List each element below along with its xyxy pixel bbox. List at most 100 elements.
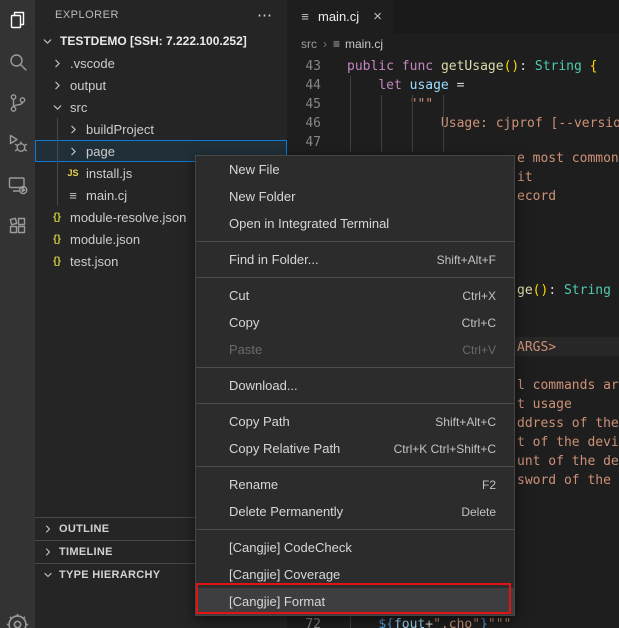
- menu-item-shortcut: F2: [482, 478, 496, 492]
- menu-separator: [196, 529, 514, 530]
- menu-item-rename[interactable]: Rename F2: [196, 471, 514, 498]
- menu-item-shortcut: Delete: [461, 505, 496, 519]
- tree-item-vscode[interactable]: .vscode: [35, 52, 287, 74]
- menu-item-cangjie-format[interactable]: [Cangjie] Format: [196, 588, 514, 615]
- chevron-right-icon: [40, 523, 56, 535]
- menu-item-label: New File: [229, 162, 280, 177]
- cj-file-icon: ≡: [65, 188, 81, 203]
- code-fragment: ddress of the: [517, 414, 619, 433]
- menu-item-label: Cut: [229, 288, 249, 303]
- run-debug-icon[interactable]: [0, 123, 35, 164]
- menu-item-new-folder[interactable]: New Folder: [196, 183, 514, 210]
- tab-main-cj[interactable]: ≡ main.cj ×: [287, 0, 393, 33]
- menu-separator: [196, 277, 514, 278]
- code-line: Usage: cjprof [--version: [347, 114, 619, 133]
- menu-item-shortcut: Ctrl+K Ctrl+Shift+C: [394, 442, 496, 456]
- menu-item-delete-permanently[interactable]: Delete Permanently Delete: [196, 498, 514, 525]
- menu-item-copy-path[interactable]: Copy PathShift+Alt+C: [196, 408, 514, 435]
- json-file-icon: {}: [49, 256, 65, 267]
- menu-item-label: New Folder: [229, 189, 295, 204]
- menu-item-label: Delete Permanently: [229, 504, 343, 519]
- menu-item-label: [Cangjie] CodeCheck: [229, 540, 352, 555]
- indent-guide: [350, 76, 351, 152]
- context-menu: New File New Folder Open in Integrated Ter…: [195, 155, 515, 616]
- cj-file-icon: ≡: [298, 9, 312, 24]
- activity-bar: [0, 0, 35, 628]
- menu-item-label: [Cangjie] Coverage: [229, 567, 340, 582]
- code-fragment: e most common: [517, 149, 619, 168]
- menu-item-download[interactable]: Download...: [196, 372, 514, 399]
- code-fragment: l commands are: [517, 376, 619, 395]
- menu-item-label: Download...: [229, 378, 298, 393]
- code-fragment: sword of the d: [517, 471, 619, 490]
- section-label: TIMELINE: [59, 546, 113, 558]
- menu-item-label: Find in Folder...: [229, 252, 319, 267]
- tree-item-src[interactable]: src: [35, 96, 287, 118]
- menu-item-label: Paste: [229, 342, 262, 357]
- indent-guide: [381, 95, 382, 152]
- line-number: 47: [287, 133, 321, 152]
- line-number: 45: [287, 95, 321, 114]
- menu-separator: [196, 403, 514, 404]
- menu-item-label: Copy: [229, 315, 259, 330]
- chevron-right-icon: [65, 145, 81, 158]
- code-fragment: ge(): String: [517, 281, 611, 300]
- menu-item-find-in-folder[interactable]: Find in Folder...Shift+Alt+F: [196, 246, 514, 273]
- close-tab-icon[interactable]: ×: [373, 9, 382, 24]
- tree-item-testdemo-ssh-7-222-100-252[interactable]: TESTDEMO [SSH: 7.222.100.252]: [35, 30, 287, 52]
- tree-item-label: module.json: [70, 232, 140, 247]
- menu-item-label: Copy Relative Path: [229, 441, 340, 456]
- chevron-down-icon: [49, 101, 65, 114]
- tree-item-label: install.js: [86, 166, 132, 181]
- tab-bar: ≡ main.cj ×: [287, 0, 619, 33]
- chevron-down-icon: [39, 35, 55, 48]
- json-file-icon: {}: [49, 234, 65, 245]
- tree-item-label: test.json: [70, 254, 118, 269]
- line-number: 46: [287, 114, 321, 133]
- explorer-icon[interactable]: [0, 0, 35, 41]
- tree-item-buildproject[interactable]: buildProject: [35, 118, 287, 140]
- breadcrumb-file[interactable]: main.cj: [345, 37, 383, 51]
- code-fragment: t usage: [517, 395, 572, 414]
- settings-gear-icon[interactable]: [4, 611, 32, 628]
- menu-item-shortcut: Shift+Alt+C: [435, 415, 496, 429]
- breadcrumb-folder[interactable]: src: [301, 37, 317, 51]
- indent-guide: [57, 118, 58, 206]
- menu-item-new-file[interactable]: New File: [196, 156, 514, 183]
- source-control-icon[interactable]: [0, 82, 35, 123]
- tree-item-label: main.cj: [86, 188, 127, 203]
- menu-item-copy-relative-path[interactable]: Copy Relative Path Ctrl+K Ctrl+Shift+C: [196, 435, 514, 462]
- search-icon[interactable]: [0, 41, 35, 82]
- menu-item-cangjie-codecheck[interactable]: [Cangjie] CodeCheck: [196, 534, 514, 561]
- line-number: 43: [287, 57, 321, 76]
- menu-item-cangjie-coverage[interactable]: [Cangjie] Coverage: [196, 561, 514, 588]
- tree-item-label: .vscode: [70, 56, 115, 71]
- code-line: public func getUsage(): String {: [347, 57, 598, 76]
- menu-item-open-in-integrated-terminal[interactable]: Open in Integrated Terminal: [196, 210, 514, 237]
- code-line: ${fout+".cho"}""": [347, 615, 511, 628]
- chevron-right-icon: [49, 57, 65, 70]
- more-actions-icon[interactable]: ⋯: [257, 6, 273, 24]
- remote-explorer-icon[interactable]: [0, 164, 35, 205]
- tree-item-label: TESTDEMO [SSH: 7.222.100.252]: [60, 34, 247, 48]
- json-file-icon: {}: [49, 212, 65, 223]
- chevron-right-icon: [65, 123, 81, 136]
- tree-item-output[interactable]: output: [35, 74, 287, 96]
- section-label: TYPE HIERARCHY: [59, 569, 160, 581]
- code-line: """: [347, 95, 433, 114]
- chevron-right-icon: [49, 79, 65, 92]
- menu-item-shortcut: Ctrl+V: [462, 343, 496, 357]
- code-fragment: ecord: [517, 187, 556, 206]
- vscode-window: EXPLORER ⋯ TESTDEMO [SSH: 7.222.100.252]…: [0, 0, 619, 628]
- line-number: 72: [287, 615, 321, 628]
- menu-item-copy[interactable]: CopyCtrl+C: [196, 309, 514, 336]
- menu-item-label: Rename: [229, 477, 278, 492]
- tree-item-label: page: [86, 144, 115, 159]
- sidebar-header: EXPLORER ⋯: [35, 0, 287, 30]
- section-label: OUTLINE: [59, 523, 109, 535]
- code-line: let usage =: [347, 76, 464, 95]
- extensions-icon[interactable]: [0, 205, 35, 246]
- menu-item-cut[interactable]: CutCtrl+X: [196, 282, 514, 309]
- cj-file-icon: ≡: [333, 37, 340, 51]
- breadcrumb[interactable]: src › ≡ main.cj: [287, 33, 619, 55]
